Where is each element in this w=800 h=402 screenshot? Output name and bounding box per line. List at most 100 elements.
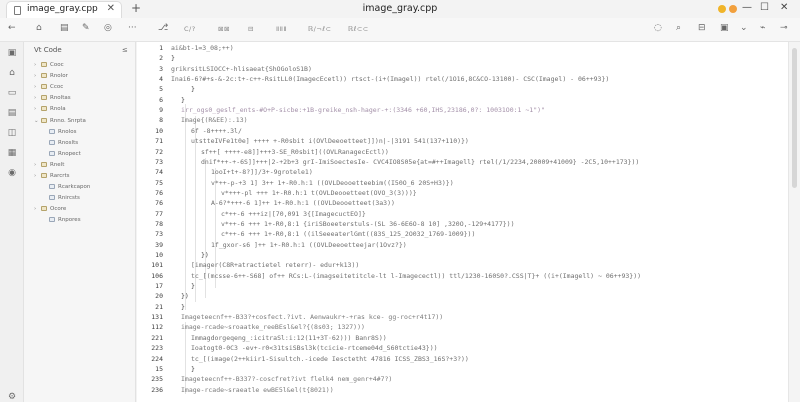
chevron-icon[interactable]: › [34,206,41,212]
code-line[interactable]: } [181,96,185,104]
code-line[interactable]: c*++-6 +++iz|[70,091 3{[ImagecuctEO]} [221,210,366,218]
code-line[interactable]: tc_[(image(2++kiir1-Sisultch.-icede Iesc… [191,355,469,363]
close-tab-icon[interactable]: ✕ [107,3,115,14]
tree-item[interactable]: ⌄ Rnno. Snrpta [34,117,86,128]
wand-icon[interactable]: ⌁ [760,23,765,33]
code-line[interactable]: }) [201,251,209,259]
bulb-icon[interactable]: ◌ [654,23,662,33]
panel-icon[interactable]: ▣ [720,23,729,33]
code-line[interactable]: }) [181,292,189,300]
code-line[interactable]: tc_[(mcsse-6++-S68] of++ RCs:L-(imagseit… [191,272,641,280]
pin-icon[interactable]: ⊸ [780,23,788,33]
chevron-icon[interactable]: › [34,62,41,68]
code-line[interactable]: irr_ogs0_geslf_ents-#O+P-sicbe:+1B-greik… [181,106,545,114]
search-icon[interactable]: ⌕ [676,23,681,33]
branch-icon[interactable]: ⎇ [158,23,168,33]
tree-item[interactable]: Rcarkcapon [42,184,90,194]
code-line[interactable]: A-6?*+++-6 1]++ 1+-R0.h:1 ((OVLDeooettee… [211,199,395,207]
account-icon[interactable]: ⌂ [7,68,17,78]
code-line[interactable]: 1ooI+t+-8?]]/3+-9grotele1) [211,168,313,176]
chevron-icon[interactable]: › [34,73,41,79]
extensions-icon[interactable]: ▦ [7,148,17,158]
code-editor[interactable]: 1 2 3 4 5 6 9 8 10 71 72 73 74 75 76 76 77 78 73 39 10 101 106… [137,42,788,402]
code-line[interactable]: Immagdorgeqeng_:icitraSl:i:12(11+3T·62))… [191,334,387,342]
tree-item[interactable]: Rnpores [42,217,81,227]
vertical-scrollbar[interactable] [788,42,800,402]
tab-image-gray[interactable]: image_gray.cpp ✕ [6,1,122,18]
chevron-icon[interactable]: › [34,84,41,90]
code-line[interactable]: } [191,365,195,373]
minimize-button[interactable]: — [742,2,752,13]
tree-item[interactable]: › Rnoltas [34,95,71,105]
explorer-action-icon[interactable]: ≤ [122,46,128,54]
maximize-button[interactable]: ☐ [760,2,769,13]
layout-icon[interactable]: ⊟ [698,23,706,33]
line-number: 73 [155,230,163,239]
code-line[interactable]: Imageteecnf++-B337?-coscfret?ivt flelk4 … [181,375,392,383]
tree-item-label: Rnoltas [50,95,71,102]
tree-item[interactable]: › Rnelt [34,161,64,172]
tree-item[interactable]: › Cooc [34,62,64,72]
tree-item[interactable]: Rnoslts [42,139,78,150]
tree-item[interactable]: › Rnolor [34,73,68,83]
tree-item[interactable]: › Rnola [34,106,66,116]
code-line[interactable]: dnif*++-+-6S]]+++|2-+2b+3 grI-ImiSoectes… [201,158,639,166]
toolbar-item-5[interactable]: ℝ/¬ℓ⊂ [308,25,331,33]
file-icon [49,150,55,156]
settings-gear-icon[interactable]: ⚙ [7,392,17,402]
code-line[interactable]: ai&bt-1=3_08;++) [171,44,234,52]
scrollbar-thumb[interactable] [792,48,797,188]
toolbar-item-4[interactable]: ⅡⅡⅡ [276,25,287,33]
toolbar-item-2[interactable]: ⊠⊠ [218,25,230,33]
code-line[interactable]: Image{(R&EE):.13) [181,116,248,124]
code-line[interactable]: grikrsitLSIOCC+-hlisaeat{ShOGoloS1B) [171,65,312,73]
run-icon[interactable]: ▤ [7,108,17,118]
code-line[interactable]: 6f -8++++.3l/ [191,127,242,135]
more-button[interactable]: ··· [128,23,137,33]
document-icon[interactable]: ▤ [60,23,69,33]
toolbar-item-3[interactable]: ⊟ [248,25,254,33]
close-window-button[interactable]: ✕ [780,2,788,13]
chevron-icon[interactable]: ⌄ [34,118,41,124]
chevron-icon[interactable]: › [34,162,41,168]
code-line[interactable]: } [171,54,175,62]
code-line[interactable]: v*++-6 +++ 1+-R0,8:1 {iriSBoeeterstuls-(… [221,220,515,228]
tree-item[interactable]: Rnolos [42,128,76,139]
tree-item[interactable]: › Ccoc [34,84,63,94]
code-line[interactable]: Image-rcade~sraeatle ewBE5l&el(t{8021)) [181,386,334,394]
debug-icon[interactable]: ◫ [7,128,17,138]
code-line[interactable]: Imageteecnf++-B33?+cosfect.?ivt. Aenwauk… [181,313,443,321]
edit-icon[interactable]: ✎ [82,23,90,33]
code-line[interactable]: v*+++-pl +++ 1+-R0.h:1 t(OVLDeooetteet(O… [221,189,417,197]
tree-item[interactable]: › Ocore [34,206,66,216]
code-line[interactable]: } [191,85,195,93]
toolbar-item-1[interactable]: C/? [184,25,196,33]
code-line[interactable]: c*++-6 +++ 1+-R0,8:1 ((ilSeeeaterlGmt((8… [221,230,475,238]
tree-item[interactable]: › Rarcrts [34,173,70,183]
code-line[interactable]: utstteIVFe1t0e] ++++ +-R0sbit i(OVlDeeoe… [191,137,469,145]
source-control-icon[interactable]: ▭ [7,88,17,98]
new-tab-button[interactable]: + [131,1,141,15]
code-line[interactable]: image-rcade~sroaatke_reeBEsl&el?{(8s03; … [181,323,365,331]
tree-item[interactable]: Rnircsts [42,195,80,205]
tree-item[interactable]: Rnopect [42,150,81,161]
folder-icon [41,84,47,90]
code-line[interactable]: Ioatogt0-0C3 -ev+-r0<31tsiSBsl3k(tcicie-… [191,344,438,352]
code-line[interactable]: sf++[ ++++-e8]]+++3-SE_R0sbit]((OVLRanag… [201,148,389,156]
toolbar-item-6[interactable]: ℝℓ⊂⊂ [348,25,369,33]
remote-icon[interactable]: ◉ [7,168,17,178]
back-arrow-icon[interactable]: ← [8,23,16,33]
chevron-icon[interactable]: › [34,173,41,179]
chevron-icon[interactable]: › [34,95,41,101]
chevron-down-icon[interactable]: ⌄ [740,23,748,33]
code-line[interactable]: } [191,282,195,290]
files-icon[interactable]: ▣ [7,48,17,58]
code-line[interactable]: } [181,303,185,311]
code-line[interactable]: v*++-p-+3 1] 3++ 1+-R0.h:1 ((OVLDeooette… [211,179,454,187]
home-icon[interactable]: ⌂ [36,23,42,33]
chevron-icon[interactable]: › [34,106,41,112]
code-line[interactable]: [imager(C8R+atractietel reterr)- edur+k1… [191,261,359,269]
code-line[interactable]: 1f_gxor-s6 ]++ 1+-R0.h:1 ((OVLDeeoetteej… [211,241,407,249]
code-line[interactable]: Inai6-6?#+s-&-2c:t+-c++-RsitLL0(ImagecEc… [171,75,609,83]
target-icon[interactable]: ◎ [104,23,112,33]
